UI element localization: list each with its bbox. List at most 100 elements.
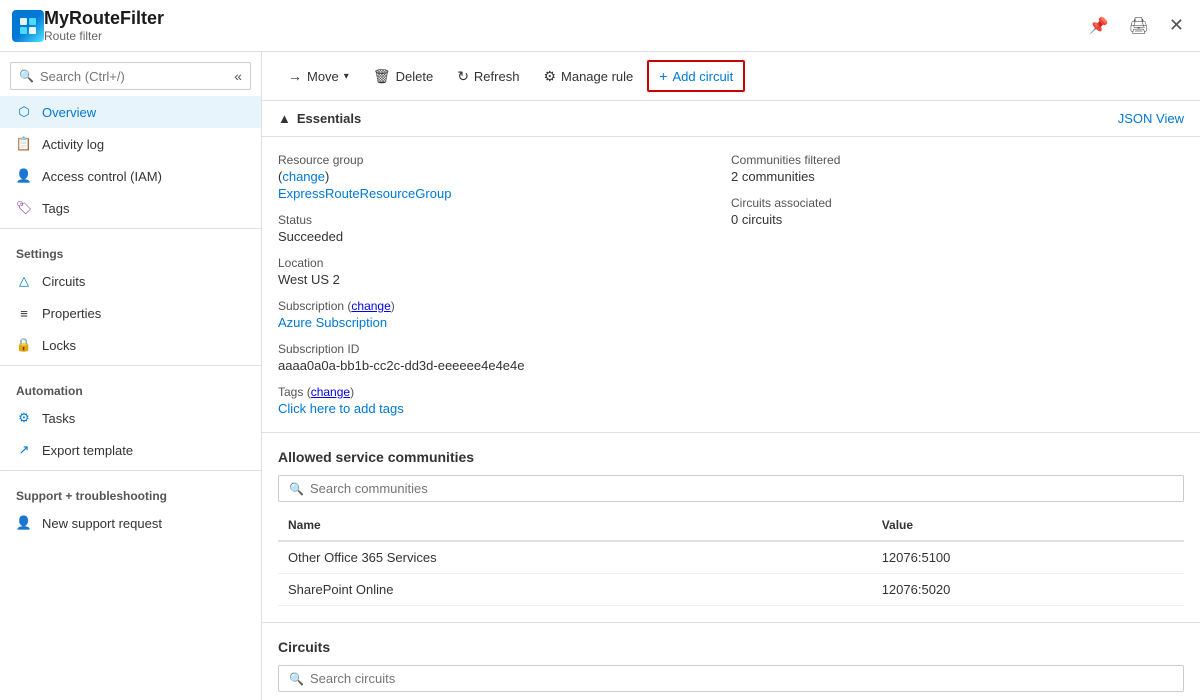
pin-button[interactable]: 📌 (1085, 12, 1113, 40)
refresh-icon: ↻ (457, 68, 469, 85)
subscription-change-link[interactable]: change (351, 299, 390, 313)
resource-group-name-link[interactable]: ExpressRouteResourceGroup (278, 186, 451, 201)
sidebar: 🔍 « ⬡ Overview 📋 Activity log 👤 Access c… (0, 52, 262, 700)
community-name: Other Office 365 Services (278, 541, 872, 574)
circuits-title: Circuits (278, 639, 1184, 655)
sidebar-item-properties[interactable]: ≡ Properties (0, 297, 261, 329)
overview-icon: ⬡ (16, 104, 32, 120)
sidebar-item-export-template[interactable]: ↗ Export template (0, 434, 261, 466)
circuits-associated-label: Circuits associated (731, 196, 1184, 210)
communities-search-icon: 🔍 (289, 482, 304, 496)
essentials-grid: Resource group (change) ExpressRouteReso… (262, 137, 1200, 433)
communities-search-input[interactable] (310, 481, 1173, 496)
communities-table-body: Other Office 365 Services12076:5100Share… (278, 541, 1184, 606)
community-name: SharePoint Online (278, 574, 872, 606)
essentials-subscription: Subscription (change) Azure Subscription (278, 299, 731, 330)
circuits-search-input[interactable] (310, 671, 1173, 686)
tags-value: Click here to add tags (278, 401, 731, 416)
close-button[interactable]: ✕ (1165, 11, 1188, 40)
sidebar-item-access-control-label: Access control (IAM) (42, 169, 162, 184)
sidebar-item-access-control[interactable]: 👤 Access control (IAM) (0, 160, 261, 192)
manage-rule-button[interactable]: ⚙ Manage rule (533, 62, 643, 91)
main-layout: 🔍 « ⬡ Overview 📋 Activity log 👤 Access c… (0, 52, 1200, 700)
subscription-id-label: Subscription ID (278, 342, 731, 356)
nav-divider-automation (0, 365, 261, 366)
essentials-col-right: Communities filtered 2 communities Circu… (731, 153, 1184, 416)
add-circuit-icon: + (659, 68, 667, 84)
communities-col-value: Value (872, 510, 1184, 541)
nav-divider-settings (0, 228, 261, 229)
locks-icon: 🔒 (16, 337, 32, 353)
sidebar-item-new-support-request[interactable]: 👤 New support request (0, 507, 261, 539)
manage-rule-label: Manage rule (561, 69, 633, 84)
tags-change-link[interactable]: change (311, 385, 350, 399)
circuits-section: Circuits 🔍 Name Circuit status Provider … (262, 623, 1200, 700)
table-row: Other Office 365 Services12076:5100 (278, 541, 1184, 574)
sidebar-item-new-support-request-label: New support request (42, 516, 162, 531)
location-label: Location (278, 256, 731, 270)
sidebar-item-overview-label: Overview (42, 105, 96, 120)
sidebar-item-export-template-label: Export template (42, 443, 133, 458)
title-bar: MyRouteFilter Route filter 📌 🖨 ✕ (0, 0, 1200, 52)
communities-table: Name Value Other Office 365 Services1207… (278, 510, 1184, 606)
content-body: ▲ Essentials JSON View Resource group (c… (262, 101, 1200, 700)
title-info: MyRouteFilter Route filter (44, 8, 1085, 43)
essentials-resource-group: Resource group (change) ExpressRouteReso… (278, 153, 731, 201)
community-value: 12076:5100 (872, 541, 1184, 574)
essentials-communities: Communities filtered 2 communities (731, 153, 1184, 184)
sidebar-item-activity-log[interactable]: 📋 Activity log (0, 128, 261, 160)
tags-add-link[interactable]: Click here to add tags (278, 401, 404, 416)
sidebar-item-locks[interactable]: 🔒 Locks (0, 329, 261, 361)
export-icon: ↗ (16, 442, 32, 458)
delete-icon: 🗑 (373, 68, 391, 85)
essentials-status: Status Succeeded (278, 213, 731, 244)
essentials-location: Location West US 2 (278, 256, 731, 287)
essentials-tags: Tags (change) Click here to add tags (278, 385, 731, 416)
refresh-label: Refresh (474, 69, 520, 84)
print-button[interactable]: 🖨 (1125, 12, 1153, 40)
tags-icon: 🏷 (16, 200, 32, 216)
move-chevron-icon: ▾ (344, 71, 349, 82)
sidebar-item-properties-label: Properties (42, 306, 101, 321)
refresh-button[interactable]: ↻ Refresh (447, 62, 529, 91)
sidebar-item-tags-label: Tags (42, 201, 69, 216)
essentials-title-text: Essentials (297, 111, 361, 126)
move-button[interactable]: → Move ▾ (278, 62, 359, 90)
manage-rule-icon: ⚙ (543, 68, 556, 85)
sidebar-item-activity-log-label: Activity log (42, 137, 104, 152)
json-view-link[interactable]: JSON View (1118, 111, 1184, 126)
nav-divider-support (0, 470, 261, 471)
delete-label: Delete (396, 69, 434, 84)
sidebar-search-input[interactable] (40, 69, 230, 84)
subscription-name-link[interactable]: Azure Subscription (278, 315, 387, 330)
sidebar-item-overview[interactable]: ⬡ Overview (0, 96, 261, 128)
essentials-collapse-icon: ▲ (278, 111, 291, 126)
tags-label: Tags (change) (278, 385, 731, 399)
sidebar-item-tags[interactable]: 🏷 Tags (0, 192, 261, 224)
add-circuit-label: Add circuit (672, 69, 733, 84)
add-circuit-button[interactable]: + Add circuit (647, 60, 745, 92)
essentials-header: ▲ Essentials JSON View (262, 101, 1200, 137)
sidebar-item-circuits-label: Circuits (42, 274, 85, 289)
resource-group-change-link[interactable]: change (282, 169, 325, 184)
app-icon (12, 10, 44, 42)
community-value: 12076:5020 (872, 574, 1184, 606)
subscription-id-value: aaaa0a0a-bb1b-cc2c-dd3d-eeeeee4e4e4e (278, 358, 731, 373)
section-header-automation: Automation (0, 370, 261, 402)
sidebar-item-circuits[interactable]: △ Circuits (0, 265, 261, 297)
circuits-associated-value: 0 circuits (731, 212, 1184, 227)
toolbar: → Move ▾ 🗑 Delete ↻ Refresh ⚙ Manage rul… (262, 52, 1200, 101)
activity-log-icon: 📋 (16, 136, 32, 152)
collapse-button[interactable]: « (234, 68, 242, 84)
page-title: MyRouteFilter (44, 8, 1085, 29)
delete-button[interactable]: 🗑 Delete (363, 62, 443, 91)
section-header-settings: Settings (0, 233, 261, 265)
section-header-support: Support + troubleshooting (0, 475, 261, 507)
sidebar-item-locks-label: Locks (42, 338, 76, 353)
essentials-subscription-id: Subscription ID aaaa0a0a-bb1b-cc2c-dd3d-… (278, 342, 731, 373)
access-control-icon: 👤 (16, 168, 32, 184)
sidebar-item-tasks[interactable]: ⚙ Tasks (0, 402, 261, 434)
properties-icon: ≡ (16, 305, 32, 321)
circuits-icon: △ (16, 273, 32, 289)
resource-group-name: ExpressRouteResourceGroup (278, 186, 731, 201)
